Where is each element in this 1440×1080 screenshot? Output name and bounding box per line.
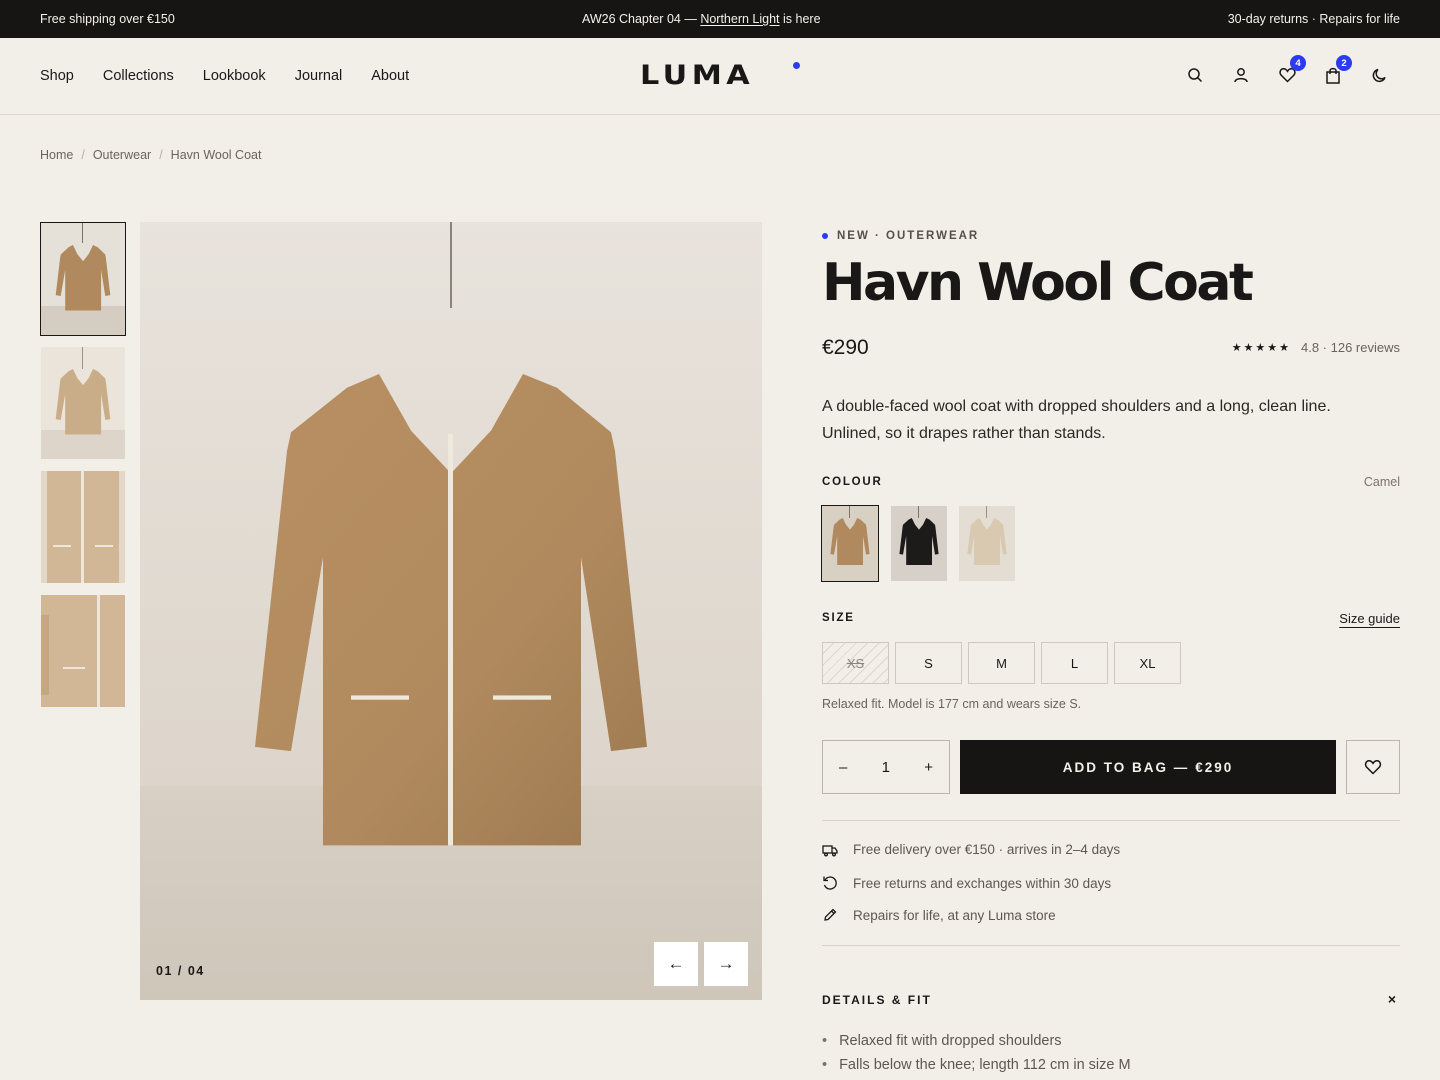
main-nav: Shop Collections Lookbook Journal About xyxy=(40,38,409,114)
details-fit-heading[interactable]: DETAILS & FIT xyxy=(822,993,932,1007)
add-to-bag-button[interactable]: ADD TO BAG — €290 xyxy=(960,740,1336,794)
arrow-right-icon: → xyxy=(717,954,735,973)
product-title: Havn Wool Coat xyxy=(822,253,1254,313)
breadcrumb: Home / Outerwear / Havn Wool Coat xyxy=(40,148,262,162)
list-item: Falls below the knee; length 112 cm in s… xyxy=(822,1053,1131,1077)
add-to-wishlist-button[interactable] xyxy=(1346,740,1400,794)
bag-icon[interactable]: 2 xyxy=(1322,55,1352,86)
nav-lookbook[interactable]: Lookbook xyxy=(203,68,266,84)
pencil-icon xyxy=(824,908,837,921)
size-xl-button[interactable]: XL xyxy=(1114,642,1181,684)
perk-delivery: Free delivery over €150 · arrives in 2–4… xyxy=(822,842,1120,857)
coat-image xyxy=(255,374,647,846)
new-dot-icon xyxy=(822,233,828,239)
nav-about[interactable]: About xyxy=(371,68,409,84)
gallery-prev-button[interactable]: ← xyxy=(654,942,698,986)
return-arrow-icon xyxy=(823,876,837,890)
product-eyebrow: NEW · OUTERWEAR xyxy=(822,230,979,242)
size-m-button[interactable]: M xyxy=(968,642,1035,684)
logo[interactable]: LUMA xyxy=(640,60,754,91)
gallery-counter: 01 / 04 xyxy=(156,964,205,978)
product-description: A double-faced wool coat with dropped sh… xyxy=(822,398,1331,442)
hanger-line xyxy=(450,222,452,308)
breadcrumb-outerwear[interactable]: Outerwear xyxy=(93,148,151,162)
quantity-stepper: – 1 + xyxy=(822,740,950,794)
star-rating-icon: ★★★★★ xyxy=(1231,342,1291,354)
product-price: €290 xyxy=(822,336,869,359)
colour-swatch-sand[interactable] xyxy=(959,506,1015,581)
selected-colour-name: Camel xyxy=(1363,475,1400,489)
account-icon[interactable] xyxy=(1230,64,1252,86)
perk-returns: Free returns and exchanges within 30 day… xyxy=(822,875,1111,891)
site-header: Shop Collections Lookbook Journal About … xyxy=(0,38,1440,115)
size-guide-link[interactable]: Size guide xyxy=(1339,611,1400,626)
details-list: Relaxed fit with dropped shoulders Falls… xyxy=(822,1029,1131,1077)
close-icon[interactable]: × xyxy=(1388,991,1396,1007)
gallery-next-button[interactable]: → xyxy=(704,942,748,986)
divider xyxy=(822,820,1400,821)
gallery-thumbnail-2[interactable] xyxy=(41,347,125,459)
rating-text: 4.8 · 126 reviews xyxy=(1301,340,1400,355)
heart-icon xyxy=(1364,760,1382,775)
header-icons: 4 2 xyxy=(1184,55,1390,86)
shipping-message: Free shipping over €150 xyxy=(40,12,175,26)
colour-swatch-black[interactable] xyxy=(891,506,947,581)
campaign-message: AW26 Chapter 04 — Northern Light is here xyxy=(581,12,821,26)
returns-message: 30-day returns · Repairs for life xyxy=(1227,12,1400,26)
size-s-button[interactable]: S xyxy=(895,642,962,684)
breadcrumb-current: Havn Wool Coat xyxy=(170,148,262,162)
size-label: SIZE xyxy=(822,612,855,624)
arrow-left-icon: ← xyxy=(667,954,685,973)
fit-note: Relaxed fit. Model is 177 cm and wears s… xyxy=(822,697,1082,711)
campaign-link[interactable]: Northern Light xyxy=(700,12,779,26)
logo-dot xyxy=(793,62,800,69)
gallery-thumbnail-1[interactable] xyxy=(40,222,126,336)
divider xyxy=(822,945,1400,946)
product-main-image xyxy=(140,222,762,1000)
wishlist-count-badge: 4 xyxy=(1290,55,1306,71)
list-item: Relaxed fit with dropped shoulders xyxy=(822,1029,1131,1053)
size-xs-button[interactable]: XS xyxy=(822,642,889,684)
quantity-increase-button[interactable]: + xyxy=(924,759,933,776)
perk-repairs: Repairs for life, at any Luma store xyxy=(822,907,1056,923)
quantity-decrease-button[interactable]: – xyxy=(839,759,847,776)
size-l-button[interactable]: L xyxy=(1041,642,1108,684)
product-rating[interactable]: ★★★★★ 4.8 · 126 reviews xyxy=(1232,340,1400,355)
wishlist-icon[interactable]: 4 xyxy=(1276,55,1306,86)
nav-journal[interactable]: Journal xyxy=(295,68,343,84)
nav-shop[interactable]: Shop xyxy=(40,68,74,84)
breadcrumb-home[interactable]: Home xyxy=(40,148,73,162)
truck-icon xyxy=(822,844,838,856)
colour-label: COLOUR xyxy=(822,476,883,488)
bag-count-badge: 2 xyxy=(1336,55,1352,71)
search-icon[interactable] xyxy=(1184,64,1206,86)
gallery-thumbnail-4[interactable] xyxy=(41,595,125,707)
gallery-thumbnail-3[interactable] xyxy=(41,471,125,583)
nav-collections[interactable]: Collections xyxy=(103,68,174,84)
announcement-bar: Free shipping over €150 AW26 Chapter 04 … xyxy=(0,0,1440,38)
dark-mode-moon-icon[interactable] xyxy=(1368,64,1390,86)
colour-swatch-camel[interactable] xyxy=(821,505,879,582)
quantity-value[interactable]: 1 xyxy=(882,759,890,776)
